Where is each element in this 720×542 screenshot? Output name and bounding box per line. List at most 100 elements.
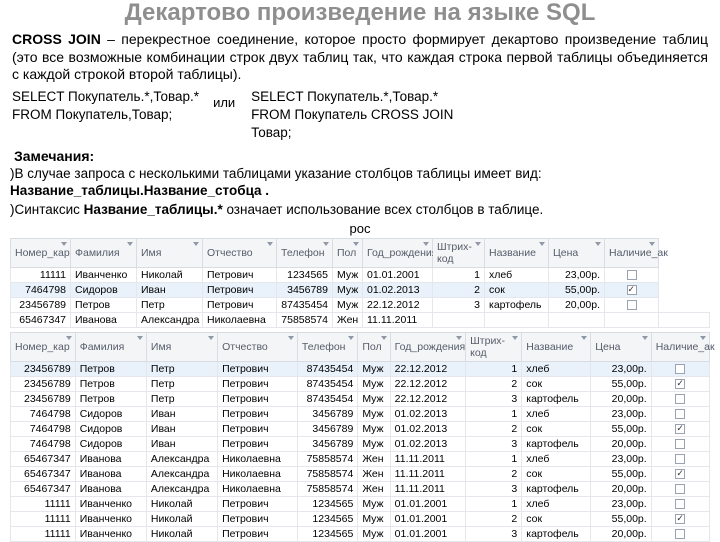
table-cell: Жен: [358, 451, 390, 466]
column-header[interactable]: Год_рождения: [390, 332, 466, 361]
table-cell: [651, 526, 709, 541]
dropdown-icon[interactable]: [539, 242, 545, 246]
dropdown-icon[interactable]: [512, 336, 518, 340]
checkbox-icon[interactable]: [675, 454, 685, 464]
table-row[interactable]: 7464798СидоровИванПетрович3456789Муж01.0…: [11, 282, 710, 297]
table-cell: Петр: [137, 297, 203, 312]
column-header[interactable]: Телефон: [277, 238, 333, 267]
column-header[interactable]: Штрих-код: [466, 332, 522, 361]
table-cell: картофель: [522, 526, 591, 541]
dropdown-icon[interactable]: [66, 336, 72, 340]
dropdown-icon[interactable]: [649, 242, 655, 246]
dropdown-icon[interactable]: [137, 336, 143, 340]
dropdown-icon[interactable]: [381, 336, 387, 340]
table-cell: картофель: [522, 481, 591, 496]
dropdown-icon[interactable]: [642, 336, 648, 340]
column-header[interactable]: Наличие_ак: [651, 332, 709, 361]
checkbox-icon[interactable]: [627, 270, 637, 280]
dropdown-icon[interactable]: [456, 336, 462, 340]
dropdown-icon[interactable]: [208, 336, 214, 340]
dropdown-icon[interactable]: [348, 336, 354, 340]
table-row[interactable]: 11111ИванченкоНиколайПетрович1234565Муж0…: [11, 267, 710, 282]
checkbox-icon[interactable]: [675, 514, 685, 524]
dropdown-icon[interactable]: [353, 242, 359, 246]
column-header[interactable]: Имя: [137, 238, 203, 267]
dropdown-icon[interactable]: [475, 242, 481, 246]
table-cell: 87435454: [297, 376, 357, 391]
column-header[interactable]: Название: [522, 332, 591, 361]
dropdown-icon[interactable]: [581, 336, 587, 340]
checkbox-icon[interactable]: [675, 484, 685, 494]
table-row[interactable]: 23456789ПетровПетрПетрович87435454Муж22.…: [11, 376, 710, 391]
checkbox-icon[interactable]: [627, 300, 637, 310]
table-row[interactable]: 65467347ИвановаАлександраНиколаевна75858…: [11, 312, 710, 327]
table-row[interactable]: 11111ИванченкоНиколайПетрович1234565Муж0…: [11, 526, 710, 541]
checkbox-icon[interactable]: [675, 439, 685, 449]
column-header[interactable]: Фамилия: [75, 332, 146, 361]
column-header[interactable]: Номер_кар: [11, 332, 76, 361]
checkbox-icon[interactable]: [675, 379, 685, 389]
note-text: означает использование всех столбцов в т…: [223, 202, 544, 217]
note-item: )В случае запроса с несколькими таблицам…: [10, 166, 706, 198]
note-text: )В случае запроса с несколькими таблицам…: [10, 166, 542, 181]
table-cell: 2: [433, 282, 485, 297]
table-cell: хлеб: [522, 451, 591, 466]
checkbox-icon[interactable]: [675, 469, 685, 479]
dropdown-icon[interactable]: [700, 336, 706, 340]
table-row[interactable]: 11111ИванченкоНиколайПетрович1234565Муж0…: [11, 511, 710, 526]
dropdown-icon[interactable]: [193, 242, 199, 246]
table-row[interactable]: 11111ИванченкоНиколайПетрович1234565Муж0…: [11, 496, 710, 511]
column-header[interactable]: Цена: [549, 238, 605, 267]
column-header[interactable]: Наличие_ак: [605, 238, 659, 267]
checkbox-icon[interactable]: [675, 529, 685, 539]
table-cell: 11.11.2011: [363, 312, 433, 327]
table-cell: 2: [466, 376, 522, 391]
table-cell: 65467347: [11, 312, 71, 327]
column-header[interactable]: Пол: [358, 332, 390, 361]
notes-heading: Замечания:: [14, 148, 706, 164]
dropdown-icon[interactable]: [288, 336, 294, 340]
column-header[interactable]: Штрих-код: [433, 238, 485, 267]
table-row[interactable]: 65467347ИвановаАлександраНиколаевна75858…: [11, 451, 710, 466]
table-row[interactable]: 23456789ПетровПетрПетрович87435454Муж22.…: [11, 297, 710, 312]
table-row[interactable]: 7464798СидоровИванПетрович3456789Муж01.0…: [11, 406, 710, 421]
table-cell: сок: [485, 282, 549, 297]
table-row[interactable]: 65467347ИвановаАлександраНиколаевна75858…: [11, 481, 710, 496]
table-cell: [651, 421, 709, 436]
column-header[interactable]: Имя: [146, 332, 217, 361]
table-row[interactable]: 23456789ПетровПетрПетрович87435454Муж22.…: [11, 391, 710, 406]
table-row[interactable]: 65467347ИвановаАлександраНиколаевна75858…: [11, 466, 710, 481]
dropdown-icon[interactable]: [423, 242, 429, 246]
checkbox-icon[interactable]: [627, 285, 637, 295]
table-row[interactable]: 23456789ПетровПетрПетрович87435454Муж22.…: [11, 361, 710, 376]
table-cell: Николаевна: [218, 451, 298, 466]
table-cell: 87435454: [277, 297, 333, 312]
dropdown-icon[interactable]: [127, 242, 133, 246]
table-cell: Иван: [146, 421, 217, 436]
checkbox-icon[interactable]: [675, 424, 685, 434]
dropdown-icon[interactable]: [61, 242, 67, 246]
table-cell: сок: [522, 466, 591, 481]
column-header[interactable]: Телефон: [297, 332, 357, 361]
table-cell: 1234565: [297, 496, 357, 511]
table-cell: 2: [466, 421, 522, 436]
table-row[interactable]: 7464798СидоровИванПетрович3456789Муж01.0…: [11, 421, 710, 436]
table-row[interactable]: 7464798СидоровИванПетрович3456789Муж01.0…: [11, 436, 710, 451]
column-header[interactable]: Отчество: [203, 238, 277, 267]
column-header[interactable]: Название: [485, 238, 549, 267]
checkbox-icon[interactable]: [675, 364, 685, 374]
column-header[interactable]: Цена: [591, 332, 651, 361]
column-header[interactable]: Пол: [333, 238, 363, 267]
column-header[interactable]: Год_рождения: [363, 238, 433, 267]
checkbox-icon[interactable]: [675, 499, 685, 509]
column-header[interactable]: Номер_кар: [11, 238, 71, 267]
dropdown-icon[interactable]: [323, 242, 329, 246]
column-header[interactable]: Фамилия: [71, 238, 137, 267]
dropdown-icon[interactable]: [267, 242, 273, 246]
dropdown-icon[interactable]: [595, 242, 601, 246]
checkbox-icon[interactable]: [675, 409, 685, 419]
table-cell: 01.01.2001: [390, 496, 466, 511]
checkbox-icon[interactable]: [675, 394, 685, 404]
column-header[interactable]: Отчество: [218, 332, 298, 361]
table-cell: Петров: [75, 391, 146, 406]
